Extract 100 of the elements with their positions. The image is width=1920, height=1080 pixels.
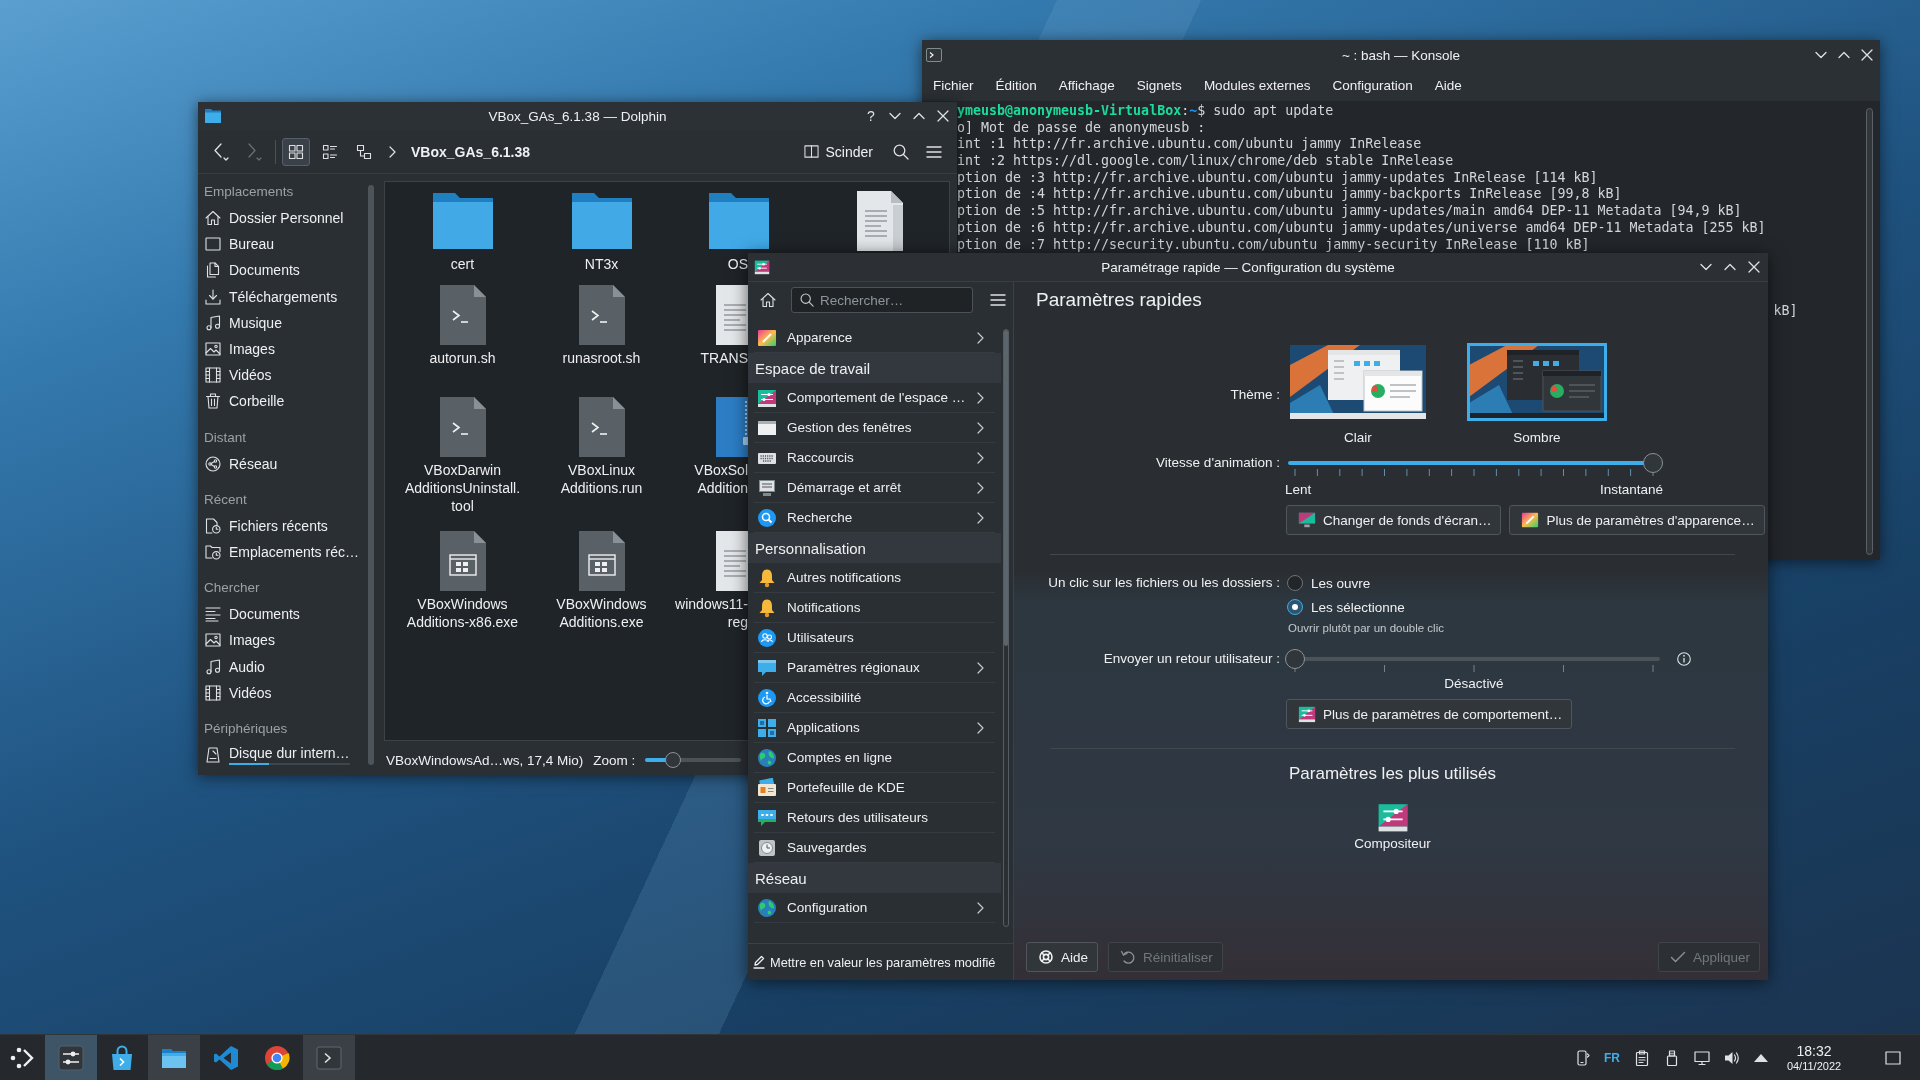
show-desktop-icon[interactable] — [1885, 1049, 1901, 1066]
highlight-changes-button[interactable]: Mettre en valeur les paramètres modifié — [748, 943, 1013, 980]
volume-icon[interactable] — [1724, 1049, 1740, 1066]
clipboard-icon[interactable] — [1634, 1049, 1650, 1066]
sidebar-item[interactable]: Retours des utilisateurs — [754, 803, 995, 833]
scrollbar[interactable] — [1003, 329, 1009, 927]
monitor-icon[interactable] — [1694, 1049, 1710, 1066]
file-item[interactable]: VBoxLinux Additions.run — [536, 395, 667, 497]
close-icon[interactable] — [1748, 261, 1760, 273]
menu-item[interactable]: Fichier — [933, 78, 974, 93]
usb-drive-icon[interactable] — [1664, 1049, 1680, 1066]
search-field[interactable]: Rechercher… — [791, 287, 973, 313]
places-item[interactable]: Vidéos — [198, 362, 366, 389]
chevron-up-icon[interactable] — [1838, 49, 1850, 61]
sidebar-item[interactable]: Comptes en ligne — [754, 743, 995, 773]
slider-handle[interactable] — [1643, 453, 1663, 473]
menu-item[interactable]: Signets — [1136, 78, 1182, 93]
file-item[interactable]: windows11- reg — [671, 529, 748, 631]
help-button[interactable]: Aide — [1026, 942, 1099, 972]
chevron-up-icon[interactable] — [1724, 261, 1736, 273]
file-item[interactable]: VBoxDarwin AdditionsUninstall. tool — [397, 395, 528, 515]
radio-label[interactable]: Les ouvre — [1311, 575, 1371, 591]
sidebar-item[interactable]: Comportement de l'espace … — [754, 383, 995, 413]
file-item[interactable]: cert — [397, 189, 528, 273]
task-button[interactable] — [45, 1035, 97, 1080]
clock-date[interactable]: 04/11/2022 — [1786, 1058, 1842, 1073]
split-button[interactable]: Scinder — [803, 143, 873, 160]
scrollbar[interactable] — [368, 185, 374, 765]
radio-label[interactable]: Les sélectionne — [1311, 599, 1405, 615]
sidebar-item[interactable]: Raccourcis — [754, 443, 995, 473]
help-button[interactable]: ? — [865, 109, 877, 123]
zoom-slider[interactable] — [645, 752, 742, 768]
places-item[interactable]: Fichiers récents — [198, 512, 366, 539]
theme-preview-drawing[interactable] — [1288, 343, 1428, 421]
sidebar-item[interactable]: Applications — [754, 713, 995, 743]
menu-item[interactable]: Édition — [995, 78, 1037, 93]
places-item[interactable]: Documents — [198, 257, 366, 284]
keyboard-layout-indicator[interactable]: FR — [1604, 1050, 1620, 1065]
caret-up-icon[interactable] — [1754, 1053, 1768, 1062]
sidebar-item[interactable]: Autres notifications — [754, 563, 995, 593]
close-icon[interactable] — [937, 110, 949, 122]
chevron-down-icon[interactable] — [889, 110, 901, 122]
sidebar-item[interactable]: Accessibilité — [754, 683, 995, 713]
slider-handle[interactable] — [665, 752, 682, 768]
sidebar-item[interactable]: Paramètres régionaux — [754, 653, 995, 683]
settings-button[interactable]: Changer de fonds d'écran… — [1286, 505, 1502, 535]
places-item[interactable]: Emplacements réc… — [198, 538, 366, 566]
places-item[interactable]: Dossier Personnel — [198, 205, 366, 232]
menu-icon[interactable] — [926, 143, 942, 160]
menu-item[interactable]: Configuration — [1332, 78, 1413, 93]
places-item[interactable]: Disque dur intern… — [198, 741, 366, 768]
view-mode-button[interactable] — [282, 137, 310, 166]
phone-icon[interactable] — [1574, 1049, 1590, 1066]
file-item[interactable]: OS — [671, 189, 769, 273]
places-item[interactable]: Bureau — [198, 231, 366, 258]
theme-preview-drawing[interactable] — [1467, 343, 1607, 421]
file-item[interactable]: autorun.sh — [397, 283, 528, 367]
places-item[interactable]: Vidéos — [198, 679, 366, 706]
radio-button[interactable] — [1287, 575, 1303, 591]
settings-button[interactable]: Plus de paramètres d'apparence… — [1509, 505, 1765, 535]
places-item[interactable]: Images — [198, 627, 366, 654]
chevron-down-icon[interactable] — [1815, 49, 1827, 61]
menu-item[interactable]: Modules externes — [1203, 78, 1311, 93]
places-item[interactable]: Réseau — [198, 450, 366, 477]
file-item[interactable]: NT3x — [536, 189, 667, 273]
most-used-item[interactable]: Compositeur — [1354, 801, 1431, 853]
file-item[interactable]: runasroot.sh — [536, 283, 667, 367]
places-item[interactable]: Téléchargements — [198, 283, 366, 310]
file-item[interactable]: VBoxWindows Additions-x86.exe — [397, 529, 528, 631]
home-icon[interactable] — [760, 292, 776, 308]
file-item[interactable]: VBoxWindows Additions.exe — [536, 529, 667, 631]
menu-item[interactable]: Aide — [1434, 78, 1462, 93]
slider-handle[interactable] — [1285, 649, 1305, 669]
places-item[interactable]: Images — [198, 335, 366, 363]
scrollbar[interactable] — [1866, 108, 1873, 555]
places-item[interactable]: Documents — [198, 601, 366, 628]
places-item[interactable]: Corbeille — [198, 388, 366, 415]
file-item[interactable]: VBoxSol Addition — [671, 395, 748, 497]
info-icon[interactable] — [1677, 652, 1691, 666]
chevron-down-icon[interactable] — [1700, 261, 1712, 273]
clock-time[interactable]: 18:32 — [1796, 1042, 1832, 1059]
sidebar-item[interactable]: Configuration — [754, 893, 995, 923]
scrollbar-handle[interactable] — [1004, 330, 1008, 646]
task-button[interactable] — [148, 1035, 200, 1080]
breadcrumb-item[interactable]: VBox_GAs_6.1.38 — [411, 143, 531, 160]
sidebar-item[interactable]: Démarrage et arrêt — [754, 473, 995, 503]
sidebar-item[interactable]: Notifications — [754, 593, 995, 623]
sidebar-item[interactable]: Gestion des fenêtres — [754, 413, 995, 443]
radio-button[interactable] — [1287, 599, 1303, 615]
chevron-up-icon[interactable] — [913, 110, 925, 122]
sidebar-item[interactable]: Utilisateurs — [754, 623, 995, 653]
close-icon[interactable] — [1861, 49, 1873, 61]
settings-button[interactable]: Plus de paramètres de comportement… — [1286, 699, 1573, 729]
search-icon[interactable] — [893, 143, 909, 160]
menu-item[interactable]: Affichage — [1058, 78, 1115, 93]
file-item[interactable]: TRANS — [671, 283, 748, 367]
menu-icon[interactable] — [990, 292, 1006, 308]
sidebar-item[interactable]: Portefeuille de KDE — [754, 773, 995, 803]
places-item[interactable]: Audio — [198, 653, 366, 680]
places-item[interactable]: Musique — [198, 309, 366, 336]
